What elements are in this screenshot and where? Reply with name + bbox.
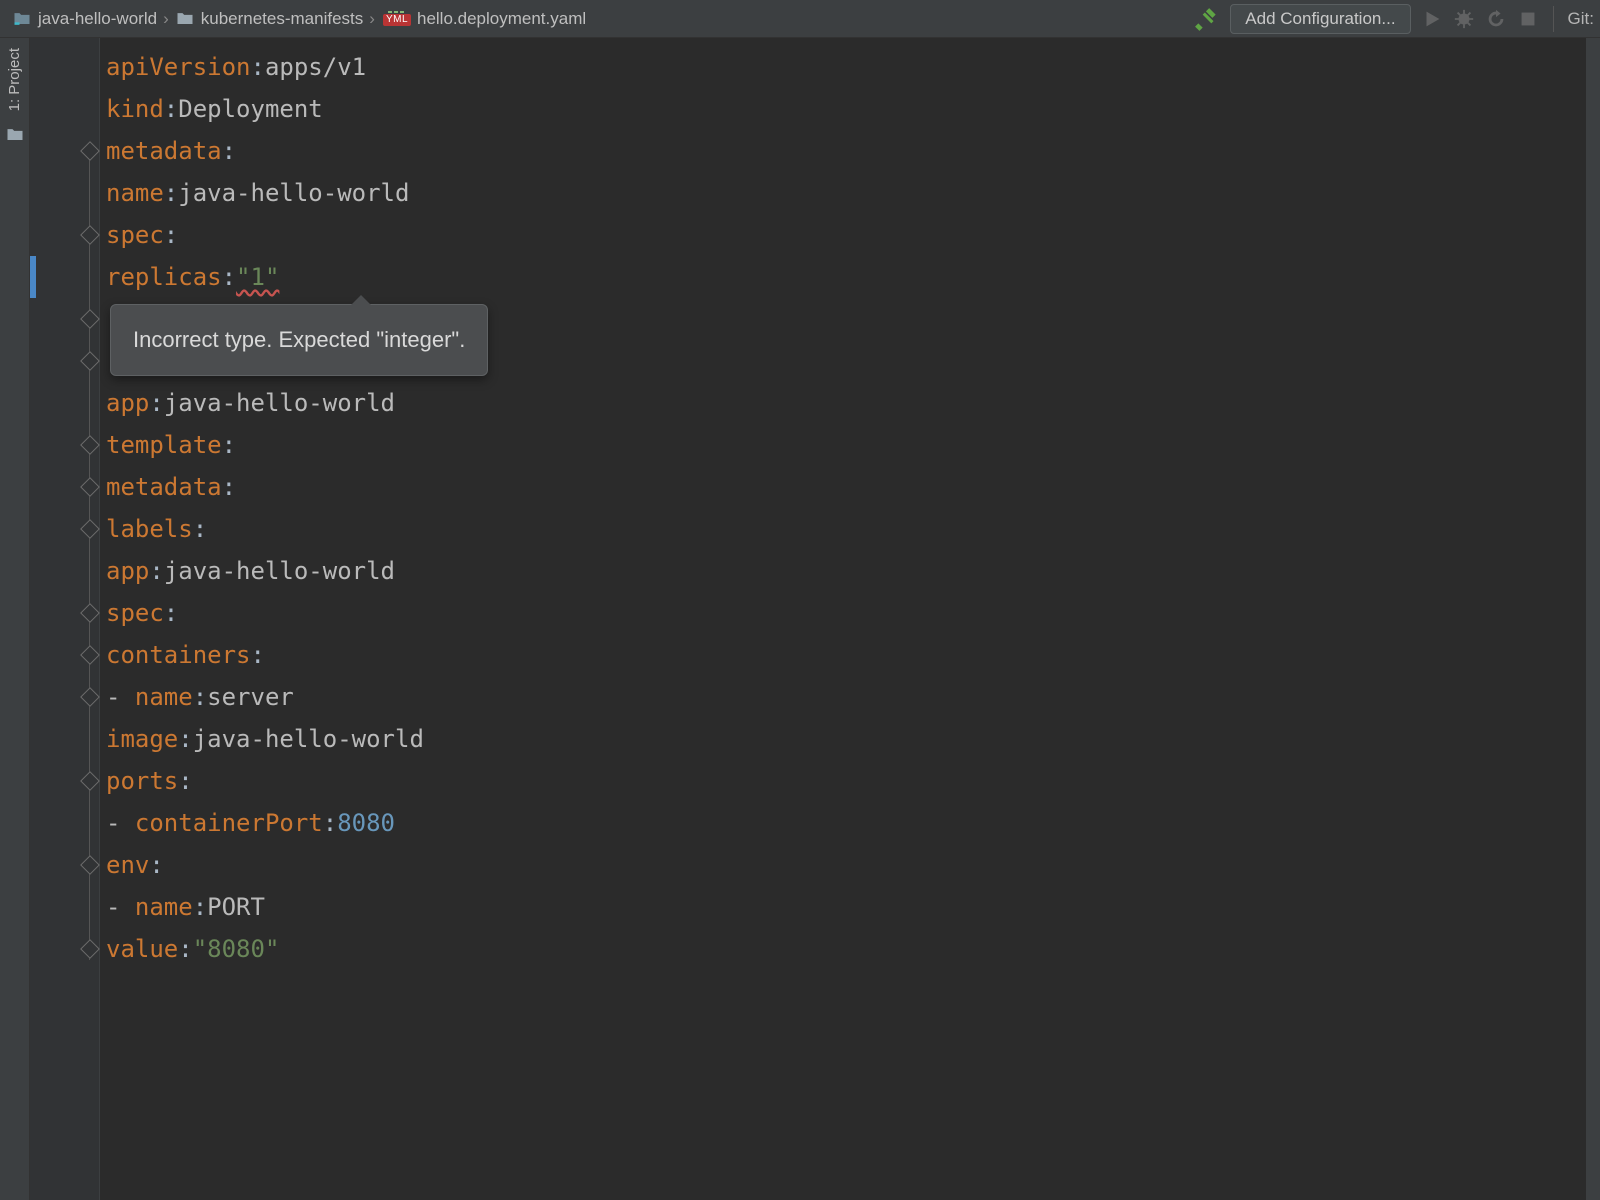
fold-toggle-icon[interactable] [80,645,100,665]
breadcrumb-project-label: java-hello-world [38,9,157,29]
breadcrumb-file[interactable]: YML hello.deployment.yaml [381,9,586,29]
code-line[interactable]: spec: [106,214,178,256]
code-line[interactable]: labels: [106,508,207,550]
yaml-file-icon: YML [381,11,411,26]
fold-toggle-icon[interactable] [80,939,100,959]
fold-toggle-icon[interactable] [80,771,100,791]
code-line[interactable]: value: "8080" [106,928,279,970]
fold-toggle-icon[interactable] [80,435,100,455]
folder-icon [12,9,32,29]
git-label[interactable]: Git: [1568,9,1594,29]
fold-toggle-icon[interactable] [80,603,100,623]
code-line[interactable]: metadata: [106,466,236,508]
fold-toggle-icon[interactable] [80,351,100,371]
code-line[interactable]: app: java-hello-world [106,382,395,424]
project-tool-window-button[interactable]: 1: Project [6,48,23,111]
code-line[interactable]: app: java-hello-world [106,550,395,592]
add-configuration-button[interactable]: Add Configuration... [1230,4,1410,34]
editor[interactable]: Incorrect type. Expected "integer". apiV… [30,38,1600,1200]
code-line[interactable]: ports: [106,760,193,802]
separator [1553,6,1554,32]
fold-toggle-icon[interactable] [80,519,100,539]
code-line[interactable]: containers: [106,634,265,676]
toolbar-right: Add Configuration... Git: [1194,4,1594,34]
breadcrumb: java-hello-world › kubernetes-manifests … [12,9,586,29]
code-line[interactable]: template: [106,424,236,466]
error-tooltip-text: Incorrect type. Expected "integer". [133,327,465,352]
code-area[interactable]: Incorrect type. Expected "integer". apiV… [100,38,1600,1200]
vertical-scrollbar[interactable] [1586,38,1600,1200]
fold-toggle-icon[interactable] [80,225,100,245]
fold-toggle-icon[interactable] [80,477,100,497]
code-line[interactable]: spec: [106,592,178,634]
folder-icon[interactable] [5,125,25,150]
left-tool-stripe: 1: Project [0,38,30,1200]
breadcrumb-project[interactable]: java-hello-world [12,9,157,29]
code-line[interactable]: apiVersion: apps/v1 [106,46,366,88]
code-line[interactable]: replicas: "1" [106,256,279,298]
top-toolbar: java-hello-world › kubernetes-manifests … [0,0,1600,38]
code-line[interactable]: name: java-hello-world [106,172,409,214]
fold-toggle-icon[interactable] [80,141,100,161]
breadcrumb-folder-label: kubernetes-manifests [201,9,364,29]
code-line[interactable]: image: java-hello-world [106,718,424,760]
code-line[interactable]: - name: PORT [106,886,265,928]
debug-icon[interactable] [1453,8,1475,30]
code-line[interactable]: - containerPort: 8080 [106,802,395,844]
code-line[interactable]: metadata: [106,130,236,172]
editor-gutter[interactable] [30,38,100,1200]
breadcrumb-file-label: hello.deployment.yaml [417,9,586,29]
fold-toggle-icon[interactable] [80,687,100,707]
stop-icon[interactable] [1517,8,1539,30]
code-line[interactable]: env: [106,844,164,886]
build-icon[interactable] [1194,6,1220,32]
code-line[interactable]: kind: Deployment [106,88,323,130]
folder-icon [175,9,195,29]
breadcrumb-folder[interactable]: kubernetes-manifests [175,9,364,29]
chevron-right-icon: › [369,9,375,29]
rerun-icon[interactable] [1485,8,1507,30]
fold-toggle-icon[interactable] [80,855,100,875]
code-line[interactable]: - name: server [106,676,294,718]
error-tooltip: Incorrect type. Expected "integer". [110,304,488,376]
fold-toggle-icon[interactable] [80,309,100,329]
chevron-right-icon: › [163,9,169,29]
run-icon[interactable] [1421,8,1443,30]
caret-line-marker [30,256,36,298]
